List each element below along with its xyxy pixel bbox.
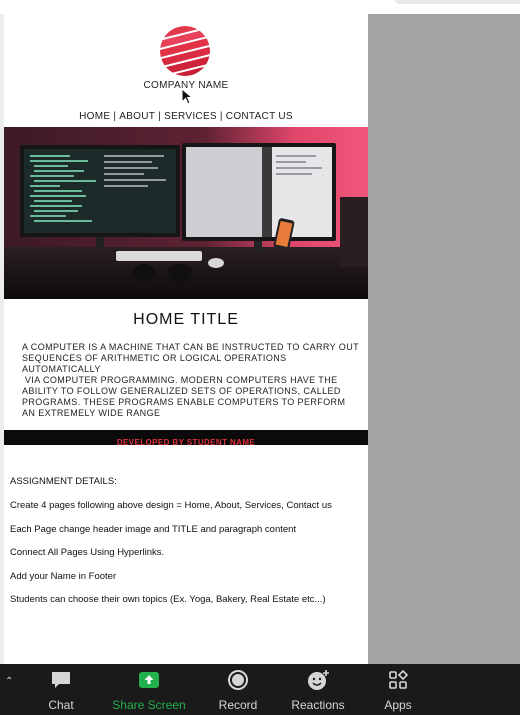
chat-button[interactable]: Chat: [23, 668, 99, 712]
nav-home[interactable]: HOME: [79, 111, 110, 122]
apps-label: Apps: [384, 698, 412, 712]
window-corner: [395, 0, 520, 4]
nav-services[interactable]: SERVICES: [164, 111, 217, 122]
shared-document-page: COMPANY NAME HOME | ABOUT | SERVICES | CONTACT…: [4, 14, 368, 664]
assignment-line: Connect All Pages Using Hyperlinks.: [10, 547, 165, 558]
footer-text: DEVELOPED BY STUDENT NAME: [116, 438, 256, 447]
nav-separator: |: [113, 111, 117, 122]
assignment-line: Students can choose their own topics (Ex…: [10, 594, 326, 605]
reactions-label: Reactions: [291, 698, 345, 712]
paragraph-line: A COMPUTER IS A MACHINE THAT CAN BE INST…: [22, 342, 359, 352]
reactions-button[interactable]: Reactions: [280, 668, 356, 712]
chat-label: Chat: [48, 698, 74, 712]
share-screen-button[interactable]: Share Screen: [111, 668, 187, 712]
nav-separator: |: [219, 111, 223, 122]
page-footer: DEVELOPED BY STUDENT NAME: [4, 430, 368, 447]
meeting-toolbar: ⌃ Chat Share Screen Record Reactions App…: [0, 664, 520, 715]
share-screen-icon: [111, 668, 187, 692]
shared-screen-background: [368, 14, 520, 664]
assignment-line: Add your Name in Footer: [10, 570, 117, 582]
reactions-icon: [280, 668, 356, 692]
paragraph-line: SEQUENCES OF ARITHMETIC OR LOGICAL OPERA…: [22, 353, 287, 374]
record-label: Record: [218, 698, 258, 712]
home-title: HOME TITLE: [133, 311, 239, 328]
nav-contact-us[interactable]: CONTACT US: [226, 111, 293, 122]
apps-button[interactable]: Apps: [360, 668, 436, 712]
nav-about[interactable]: ABOUT: [119, 111, 155, 122]
paragraph-line: PROGRAMS. THESE PROGRAMS ENABLE COMPUTER…: [22, 397, 346, 407]
nav-separator: |: [158, 111, 162, 122]
paragraph-line: VIA COMPUTER PROGRAMMING. MODERN COMPUTE…: [22, 375, 338, 385]
paragraph: A COMPUTER IS A MACHINE THAT CAN BE INST…: [22, 342, 362, 419]
paragraph-line: AN EXTREMELY WIDE RANGE: [22, 408, 161, 418]
assignment-line: Create 4 pages following above design = …: [10, 500, 332, 511]
window-top-strip: [0, 0, 520, 14]
assignment-details: ASSIGNMENT DETAILS: Create 4 pages follo…: [10, 476, 366, 618]
header-image: [4, 127, 368, 299]
mouse-cursor-icon: [181, 88, 193, 105]
expand-caret-icon[interactable]: ⌃: [5, 676, 13, 687]
paragraph-line: ABILITY TO FOLLOW GENERALIZED SETS OF OP…: [22, 386, 341, 396]
apps-icon: [360, 668, 436, 692]
share-screen-label: Share Screen: [112, 698, 186, 712]
assignment-heading: ASSIGNMENT DETAILS:: [10, 476, 117, 487]
record-icon: [200, 668, 276, 692]
assignment-line: Each Page change header image and TITLE …: [10, 523, 297, 535]
nav-bar: HOME | ABOUT | SERVICES | CONTACT US: [4, 111, 368, 122]
record-button[interactable]: Record: [200, 668, 276, 712]
chat-icon: [23, 668, 99, 692]
company-logo: [160, 26, 210, 76]
